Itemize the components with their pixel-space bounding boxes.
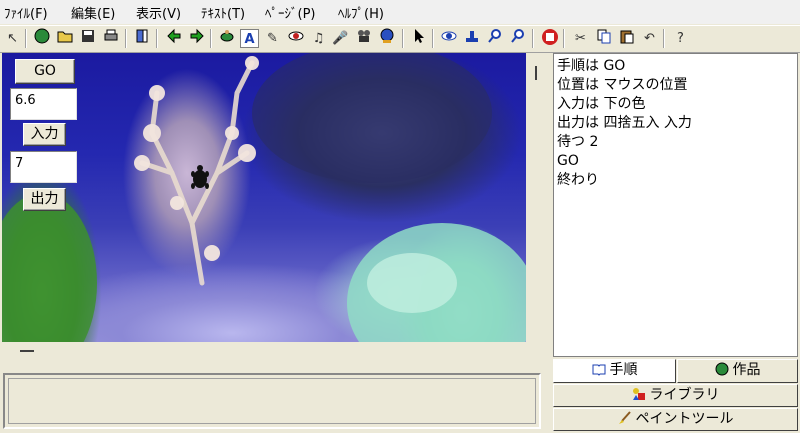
menu-help[interactable]: ﾍﾙﾌﾟ(H) xyxy=(338,3,384,22)
eye-icon[interactable] xyxy=(285,28,306,49)
toolbar-separator xyxy=(25,29,27,48)
toolbar: ↖ A ✎ ♫ 🎤 ✂ ↶ ? xyxy=(0,25,800,53)
music-icon[interactable]: ♫ xyxy=(308,28,329,49)
output-value-field[interactable]: 7 xyxy=(10,151,77,183)
menu-text[interactable]: ﾃｷｽﾄ(T) xyxy=(201,3,245,22)
stamp-icon[interactable] xyxy=(461,28,482,49)
turtle-sprite[interactable] xyxy=(190,165,210,191)
toolbar-separator xyxy=(402,29,404,48)
shapes-icon xyxy=(632,387,646,401)
tab-paint-tool[interactable]: ペイントツール xyxy=(553,408,798,431)
tab-steps[interactable]: 手順 xyxy=(553,359,676,383)
coral-background-image xyxy=(2,53,526,342)
menu-page[interactable]: ﾍﾟｰｼﾞ(P) xyxy=(265,3,315,22)
tab-library-label: ライブラリ xyxy=(649,387,720,403)
tab-library[interactable]: ライブラリ xyxy=(553,384,798,407)
script-line[interactable]: 終わり xyxy=(554,171,797,190)
message-panel xyxy=(3,373,541,429)
globe-icon xyxy=(715,362,729,376)
tab-works[interactable]: 作品 xyxy=(677,359,798,383)
script-line[interactable]: 手順は GO xyxy=(554,57,797,76)
tab-steps-label: 手順 xyxy=(609,362,638,378)
script-line[interactable]: 待つ 2 xyxy=(554,133,797,152)
stage-canvas[interactable]: GO 6.6 入力 7 出力 xyxy=(2,53,526,342)
toolbar-separator xyxy=(532,29,534,48)
stop-hand-icon[interactable] xyxy=(539,28,560,49)
brush-icon[interactable]: ✎ xyxy=(262,28,283,49)
zoom-in-icon[interactable] xyxy=(484,28,505,49)
menu-edit[interactable]: 編集(E) xyxy=(71,3,115,22)
menu-view[interactable]: 表示(V) xyxy=(136,3,181,22)
stage-horizontal-scroll-marker[interactable] xyxy=(20,350,34,352)
scissors-icon[interactable]: ✂ xyxy=(570,28,591,49)
forward-arrow-icon[interactable] xyxy=(186,28,207,49)
copy-icon[interactable] xyxy=(593,28,614,49)
toolbar-separator xyxy=(663,29,665,48)
globe2-icon[interactable] xyxy=(376,28,397,49)
paintbrush-icon xyxy=(618,411,632,425)
paste-icon[interactable] xyxy=(616,28,637,49)
help-icon[interactable]: ? xyxy=(670,28,691,49)
globe-icon[interactable] xyxy=(31,28,52,49)
toolbar-separator xyxy=(210,29,212,48)
movie-icon[interactable] xyxy=(353,28,374,49)
page-icon[interactable] xyxy=(131,28,152,49)
menu-file[interactable]: ﾌｧｲﾙ(F) xyxy=(4,3,48,22)
toolbar-separator xyxy=(125,29,127,48)
input-button[interactable]: 入力 xyxy=(23,123,66,146)
script-line[interactable]: 入力は 下の色 xyxy=(554,95,797,114)
stage-vertical-scroll-marker[interactable] xyxy=(535,66,537,80)
script-editor[interactable]: 手順は GO 位置は マウスの位置 入力は 下の色 出力は 四捨五入 入力 待つ… xyxy=(553,53,798,357)
book-icon xyxy=(592,362,606,376)
message-panel-inner xyxy=(8,378,536,424)
toolbar-separator xyxy=(432,29,434,48)
go-button[interactable]: GO xyxy=(15,59,75,84)
script-line[interactable]: 出力は 四捨五入 入力 xyxy=(554,114,797,133)
pointer-icon[interactable] xyxy=(408,28,429,49)
output-button[interactable]: 出力 xyxy=(23,188,66,211)
tab-works-label: 作品 xyxy=(732,362,761,378)
mic-icon[interactable]: 🎤 xyxy=(330,28,351,49)
zoom-out-icon[interactable] xyxy=(507,28,528,49)
text-box-icon[interactable]: A xyxy=(240,29,259,48)
toolbar-separator xyxy=(156,29,158,48)
toolbar-separator xyxy=(563,29,565,48)
menu-bar: ﾌｧｲﾙ(F) 編集(E) 表示(V) ﾃｷｽﾄ(T) ﾍﾟｰｼﾞ(P) ﾍﾙﾌ… xyxy=(0,0,800,24)
turtle-icon[interactable] xyxy=(216,28,237,49)
cursor-icon[interactable]: ↖ xyxy=(2,28,23,49)
input-value-field[interactable]: 6.6 xyxy=(10,88,77,120)
tab-paint-tool-label: ペイントツール xyxy=(635,411,734,427)
print-icon[interactable] xyxy=(100,28,121,49)
view-icon[interactable] xyxy=(438,28,459,49)
save-icon[interactable] xyxy=(77,28,98,49)
script-line[interactable]: 位置は マウスの位置 xyxy=(554,76,797,95)
undo-icon[interactable]: ↶ xyxy=(639,28,660,49)
script-line[interactable]: GO xyxy=(554,152,797,171)
open-folder-icon[interactable] xyxy=(54,28,75,49)
back-arrow-icon[interactable] xyxy=(163,28,184,49)
